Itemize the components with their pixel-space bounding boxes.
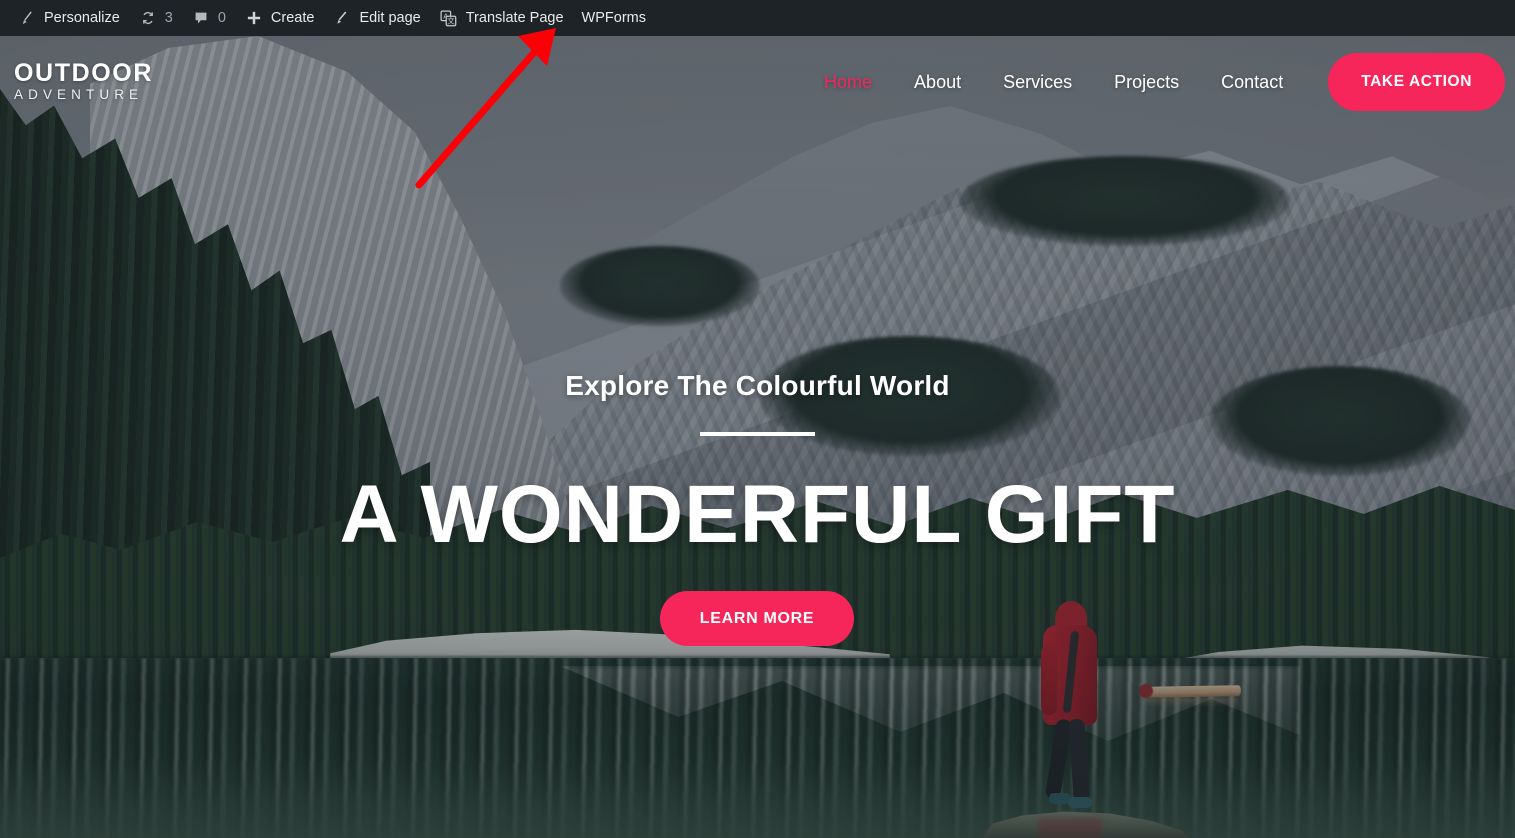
admin-bar-label-create: Create [270,9,315,26]
admin-bar-label-translate-page: Translate Page [465,9,564,26]
admin-bar-item-translate-page[interactable]: A 文 Translate Page [430,0,573,36]
admin-bar-item-comments[interactable]: 0 [182,0,235,36]
plus-icon [244,8,264,28]
hero-subtitle: Explore The Colourful World [565,370,950,401]
comment-bubble-icon [191,8,211,28]
learn-more-button[interactable]: LEARN MORE [660,591,854,646]
revision-update-icon [138,8,158,28]
admin-bar-item-edit-page[interactable]: Edit page [323,0,429,36]
site-logo[interactable]: OUTDOOR ADVENTURE [14,60,153,104]
nav-item-services[interactable]: Services [982,72,1093,93]
translate-icon: A 文 [439,8,459,28]
hero-divider [700,432,815,436]
paintbrush-icon [17,8,37,28]
nav-item-contact[interactable]: Contact [1200,72,1304,93]
nav-item-home[interactable]: Home [803,72,893,93]
admin-bar-item-create[interactable]: Create [235,0,324,36]
website-viewport: OUTDOOR ADVENTURE Home About Services Pr… [0,36,1515,838]
admin-bar-item-personalize[interactable]: Personalize [8,0,129,36]
logo-line-1: OUTDOOR [14,58,153,87]
admin-bar-item-revisions[interactable]: 3 [129,0,182,36]
pencil-icon [332,8,352,28]
nav-item-projects[interactable]: Projects [1093,72,1200,93]
primary-navigation: Home About Services Projects Contact TAK… [803,53,1515,111]
admin-bar-label-edit-page: Edit page [359,9,421,26]
revision-count: 3 [164,9,173,26]
admin-bar-label-personalize: Personalize [44,9,120,26]
admin-bar-item-wpforms[interactable]: WPForms [573,0,655,36]
svg-text:文: 文 [447,15,455,25]
nav-item-about[interactable]: About [893,72,982,93]
admin-bar-label-wpforms: WPForms [581,9,646,26]
take-action-button[interactable]: TAKE ACTION [1328,53,1505,111]
comment-count: 0 [217,9,226,26]
hero-section: Explore The Colourful World A WONDERFUL … [0,36,1515,838]
hero-title: A WONDERFUL GIFT [339,469,1176,560]
wordpress-admin-bar: Personalize 3 0 Create Edit page A 文 Tra… [0,0,1515,36]
site-header: OUTDOOR ADVENTURE Home About Services Pr… [0,36,1515,128]
logo-line-2: ADVENTURE [14,87,144,103]
